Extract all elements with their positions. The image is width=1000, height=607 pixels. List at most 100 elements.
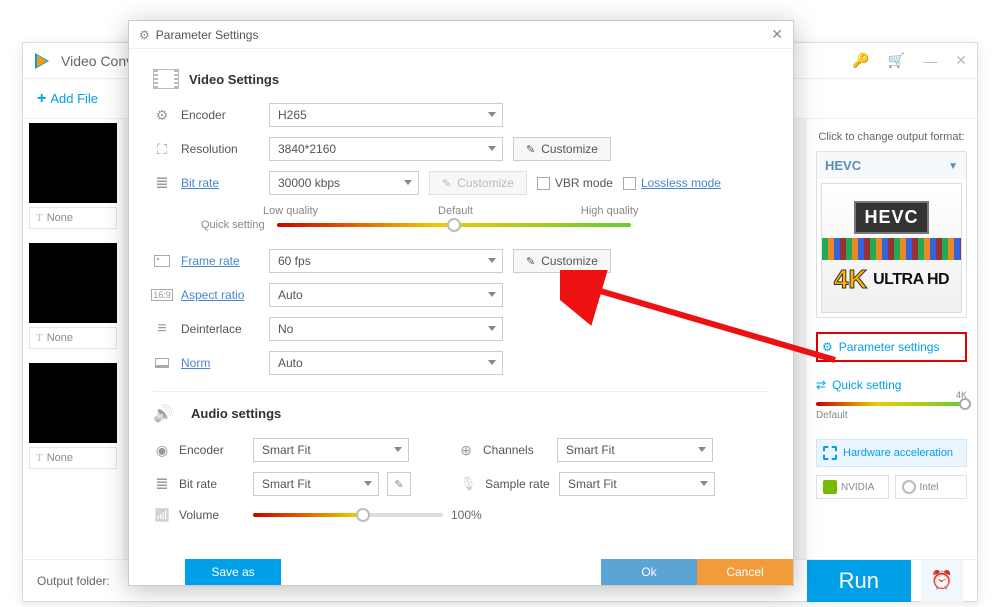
sliders-icon: ⇄ xyxy=(816,378,826,392)
audio-encoder-icon xyxy=(153,441,171,459)
audio-section-head: Audio settings xyxy=(153,402,769,424)
chevron-down-icon xyxy=(488,258,496,263)
norm-label[interactable]: Norm xyxy=(181,356,259,370)
video-thumbnail[interactable] xyxy=(29,123,117,203)
audio-bitrate-label: Bit rate xyxy=(179,477,245,491)
norm-select[interactable]: Auto xyxy=(269,351,503,375)
resize-icon xyxy=(153,140,171,158)
speaker-icon xyxy=(153,402,181,424)
key-icon[interactable]: 🔑 xyxy=(852,52,869,69)
volume-row: Volume 100% xyxy=(153,506,769,524)
framerate-label[interactable]: Frame rate xyxy=(181,254,259,268)
audio-bitrate-icon xyxy=(153,475,171,493)
deinterlace-label: Deinterlace xyxy=(181,322,259,336)
aspect-select[interactable]: Auto xyxy=(269,283,503,307)
resolution-customize-button[interactable]: ✎Customize xyxy=(513,137,611,161)
samplerate-select[interactable]: Smart Fit xyxy=(559,472,715,496)
hardware-acceleration-button[interactable]: Hardware acceleration xyxy=(816,439,967,467)
sliders-icon: ⚙ xyxy=(822,340,833,354)
thumb-label[interactable]: TNone xyxy=(29,447,117,469)
checkbox-box xyxy=(623,177,636,190)
text-icon: T xyxy=(36,332,43,344)
slider-thumb[interactable] xyxy=(447,218,461,232)
run-button[interactable]: Run xyxy=(807,560,911,602)
thumb-label[interactable]: TNone xyxy=(29,207,117,229)
quick-setting-sublabel: Quick setting xyxy=(201,219,265,231)
output-folder-label: Output folder: xyxy=(37,574,110,588)
bitrate-select[interactable]: 30000 kbps xyxy=(269,171,419,195)
ultrahd-label: ULTRA HD xyxy=(873,271,949,289)
chevron-down-icon xyxy=(488,146,496,151)
resolution-label: Resolution xyxy=(181,142,259,156)
nvidia-icon xyxy=(823,480,837,494)
bitrate-label[interactable]: Bit rate xyxy=(181,176,259,190)
audio-bitrate-edit-button[interactable]: ✎ xyxy=(387,472,411,496)
quick-setting-label: Quick setting xyxy=(832,378,901,392)
dialog-title: Parameter Settings xyxy=(156,28,259,42)
plus-icon: + xyxy=(37,90,46,108)
quick-setting-slider[interactable]: 4K Default xyxy=(816,402,967,421)
video-settings-heading: Video Settings xyxy=(189,72,279,87)
thumb-label[interactable]: TNone xyxy=(29,327,117,349)
slider-thumb[interactable] xyxy=(356,508,370,522)
deinterlace-select[interactable]: No xyxy=(269,317,503,341)
city-strip-decoration xyxy=(822,238,961,260)
encoder-select[interactable]: H265 xyxy=(269,103,503,127)
chevron-down-icon xyxy=(488,292,496,297)
quick-setting-link[interactable]: ⇄ Quick setting xyxy=(816,378,967,392)
ok-button[interactable]: Ok xyxy=(601,559,697,585)
aspect-row: 16:9 Aspect ratio Auto xyxy=(153,283,769,307)
aspect-label[interactable]: Aspect ratio xyxy=(181,288,259,302)
video-section-head: Video Settings xyxy=(153,69,769,89)
output-format-card[interactable]: HEVC ▼ HEVC 4K ULTRA HD xyxy=(816,151,967,318)
video-thumbnail[interactable] xyxy=(29,243,117,323)
audio-encoder-select[interactable]: Smart Fit xyxy=(253,438,409,462)
chevron-down-icon xyxy=(698,447,706,452)
volume-slider[interactable] xyxy=(253,513,443,517)
intel-badge[interactable]: Intel xyxy=(895,475,968,499)
nvidia-badge[interactable]: NVIDIA xyxy=(816,475,889,499)
resolution-select[interactable]: 3840*2160 xyxy=(269,137,503,161)
resolution-row: Resolution 3840*2160 ✎Customize xyxy=(153,137,769,161)
volume-percent: 100% xyxy=(451,508,482,522)
minimize-icon[interactable]: — xyxy=(923,53,937,69)
framerate-row: Frame rate 60 fps ✎Customize xyxy=(153,249,769,273)
close-icon[interactable]: ✕ xyxy=(955,52,967,69)
pencil-icon: ✎ xyxy=(526,255,535,268)
intel-icon xyxy=(902,480,916,494)
hevc-badge: HEVC xyxy=(854,201,928,234)
sliders-icon: ⚙ xyxy=(139,28,150,42)
volume-label: Volume xyxy=(179,508,245,522)
fourk-label: 4K xyxy=(834,264,867,295)
parameter-settings-link[interactable]: ⚙ Parameter settings xyxy=(816,332,967,362)
text-icon: T xyxy=(36,452,43,464)
cart-icon[interactable]: 🛒 xyxy=(888,52,905,69)
lossless-checkbox[interactable]: Lossless mode xyxy=(623,176,721,190)
chip-icon xyxy=(823,446,837,460)
cancel-button[interactable]: Cancel xyxy=(697,559,793,585)
slider-thumb[interactable] xyxy=(959,398,971,410)
framerate-customize-button[interactable]: ✎Customize xyxy=(513,249,611,273)
channels-icon xyxy=(457,441,475,459)
format-preview: HEVC 4K ULTRA HD xyxy=(821,183,962,313)
default-quality-label: Default xyxy=(438,205,473,217)
app-title: Video Conv xyxy=(61,53,133,69)
low-quality-label: Low quality xyxy=(263,205,318,217)
thumbnail-column: TNone TNone TNone xyxy=(23,119,123,559)
bitrate-row: Bit rate 30000 kbps ✎Customize VBR mode … xyxy=(153,171,769,195)
video-thumbnail[interactable] xyxy=(29,363,117,443)
pencil-icon: ✎ xyxy=(442,177,451,190)
alarm-button[interactable]: ⏰ xyxy=(921,560,963,602)
channels-select[interactable]: Smart Fit xyxy=(557,438,713,462)
framerate-select[interactable]: 60 fps xyxy=(269,249,503,273)
vbr-checkbox[interactable]: VBR mode xyxy=(537,176,613,190)
quality-slider[interactable] xyxy=(277,223,631,227)
app-logo-icon xyxy=(33,51,53,71)
dialog-close-button[interactable]: ✕ xyxy=(771,26,783,43)
chevron-down-icon xyxy=(488,360,496,365)
hw-accel-label: Hardware acceleration xyxy=(843,447,953,459)
add-file-button[interactable]: + Add File xyxy=(37,90,98,108)
dialog-footer: Save as Ok Cancel xyxy=(129,559,793,585)
audio-bitrate-select[interactable]: Smart Fit xyxy=(253,472,379,496)
save-as-button[interactable]: Save as xyxy=(185,559,281,585)
